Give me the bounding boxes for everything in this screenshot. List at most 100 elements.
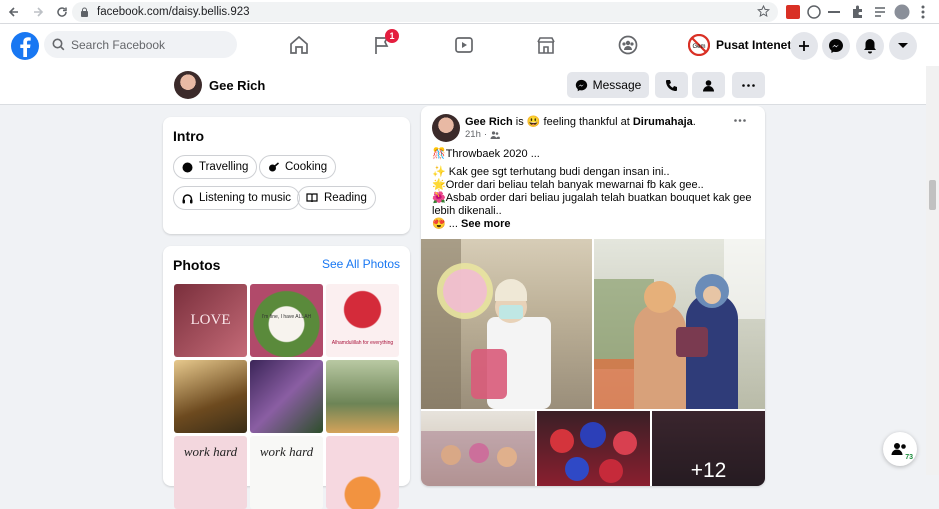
hobby-chip-cooking[interactable]: Cooking [259,155,337,179]
scrollbar-thumb[interactable] [929,180,936,210]
search-placeholder: Search Facebook [71,37,166,52]
post-period: . [692,116,696,128]
hobby-chip-reading[interactable]: Reading [297,186,376,210]
post-options-ellipsis-icon[interactable] [734,119,746,122]
friend-status-button[interactable] [692,72,725,98]
facebook-logo-icon[interactable] [11,32,39,60]
home-icon[interactable] [287,34,311,56]
messenger-icon[interactable] [822,32,850,60]
bookmark-star-icon[interactable] [757,5,770,18]
pdf-extension-icon[interactable] [785,4,801,20]
svg-text:Gem: Gem [692,44,705,50]
post-photo-art [594,239,765,409]
lock-icon [81,7,88,17]
notifications-bell-icon[interactable] [856,32,884,60]
photo-caption: LOVE [190,312,231,328]
post-meta: 21h · [465,129,500,140]
facebook-top-bar: Search Facebook 1 Gem Pusat Intenet [0,24,939,66]
extension-icon[interactable] [826,4,842,20]
friends-privacy-icon [490,130,500,139]
post-photo[interactable] [594,239,765,409]
post-text-line: lebih dikenali.. [432,205,502,217]
more-options-button[interactable] [732,72,765,98]
post-see-more-line: 😍 ... See more [432,218,511,231]
photo-thumbnail[interactable]: work hard [174,436,247,509]
headphones-icon [182,193,193,203]
browser-menu-icon[interactable] [915,4,931,20]
post-photo[interactable] [421,239,592,409]
photo-thumbnail[interactable] [326,436,399,509]
page-scrollbar[interactable] [926,66,939,475]
hobby-chip-listening-to-music[interactable]: Listening to music [173,186,301,210]
globe-icon [182,162,193,172]
feeling-emoji-icon: 😃 [526,116,541,128]
photo-caption: Alhamdulillah for everything [331,340,394,346]
book-icon [306,193,318,203]
address-bar[interactable]: facebook.com/daisy.bellis.923 [72,2,778,22]
back-icon[interactable] [4,2,24,22]
intro-card: Intro Travelling Cooking Listening to mu… [163,117,410,234]
contacts-chat-button[interactable]: 73 [883,432,917,466]
post-text-line: 🎊Throwbaek 2020 ... [432,148,540,160]
browser-profile-avatar[interactable] [894,4,910,20]
message-button-label: Message [592,78,642,92]
notification-badge: 1 [385,29,399,43]
see-more-link[interactable]: See more [461,218,511,230]
photo-caption: work hard [183,444,238,459]
photo-thumbnail[interactable] [326,360,399,433]
photo-caption: I'm fine, I have ALLAH [261,314,312,320]
photos-card: Photos See All Photos LOVE I'm fine, I h… [163,246,410,509]
more-photos-count: +12 [690,459,727,482]
photo-thumbnail[interactable]: LOVE [174,284,247,357]
hobby-label: Cooking [285,161,328,173]
forward-icon[interactable] [28,2,48,22]
reload-icon[interactable] [52,2,72,22]
post-photo-art [421,239,551,409]
post-time[interactable]: 21h [465,129,481,140]
call-button[interactable] [655,72,688,98]
skype-extension-icon[interactable] [806,4,822,20]
profile-avatar[interactable] [174,71,202,99]
cooking-pan-icon [269,161,279,171]
contacts-online-count: 73 [905,454,913,461]
post-author-name[interactable]: Gee Rich [465,116,513,128]
post-author-avatar[interactable] [432,114,460,142]
post-place-link[interactable]: Dirumahaja [633,116,693,128]
search-box[interactable]: Search Facebook [44,31,237,58]
photo-thumbnail[interactable]: work hard [250,436,323,509]
photos-title: Photos [173,257,221,273]
post-is-text: is [515,116,524,128]
photo-thumbnail[interactable] [250,360,323,433]
person-icon [703,79,714,91]
user-avatar-icon: Gem [688,34,710,56]
post-header-line: Gee Rich is 😃 feeling thankful at Diruma… [465,115,696,128]
message-button[interactable]: Message [567,72,649,98]
profile-sticky-bar: Gee Rich Message [0,66,939,105]
marketplace-icon[interactable] [534,34,558,56]
post-feeling-text: feeling thankful at [543,116,630,128]
intro-title: Intro [173,128,205,144]
messenger-icon [575,79,587,91]
browser-toolbar: facebook.com/daisy.bellis.923 [0,0,939,24]
reading-list-icon[interactable] [872,4,888,20]
groups-icon[interactable] [616,34,640,56]
post-text-line: 🌺Asbab order dari beliau jugalah telah b… [432,192,752,204]
post-card: Gee Rich is 😃 feeling thankful at Diruma… [421,106,765,486]
hobby-chip-travelling[interactable]: Travelling [173,155,258,179]
photo-thumbnail[interactable]: I'm fine, I have ALLAH [250,284,323,357]
hobby-label: Travelling [199,161,249,173]
puzzle-extensions-icon[interactable] [849,4,865,20]
photo-thumbnail[interactable] [174,360,247,433]
watch-video-icon[interactable] [452,34,476,56]
post-text-line: ✨ Kak gee sgt terhutang budi dengan insa… [432,166,670,178]
photo-thumbnail[interactable]: Alhamdulillah for everything [326,284,399,357]
create-plus-button[interactable] [790,32,818,60]
search-icon [52,38,65,51]
see-all-photos-link[interactable]: See All Photos [322,257,400,271]
ellipsis-icon [742,83,755,87]
profile-name[interactable]: Gee Rich [209,78,265,93]
header-user-profile[interactable]: Gem Pusat Intenet [688,32,791,58]
account-menu-chevron-icon[interactable] [889,32,917,60]
phone-icon [666,79,677,91]
header-user-name: Pusat Intenet [716,38,792,52]
